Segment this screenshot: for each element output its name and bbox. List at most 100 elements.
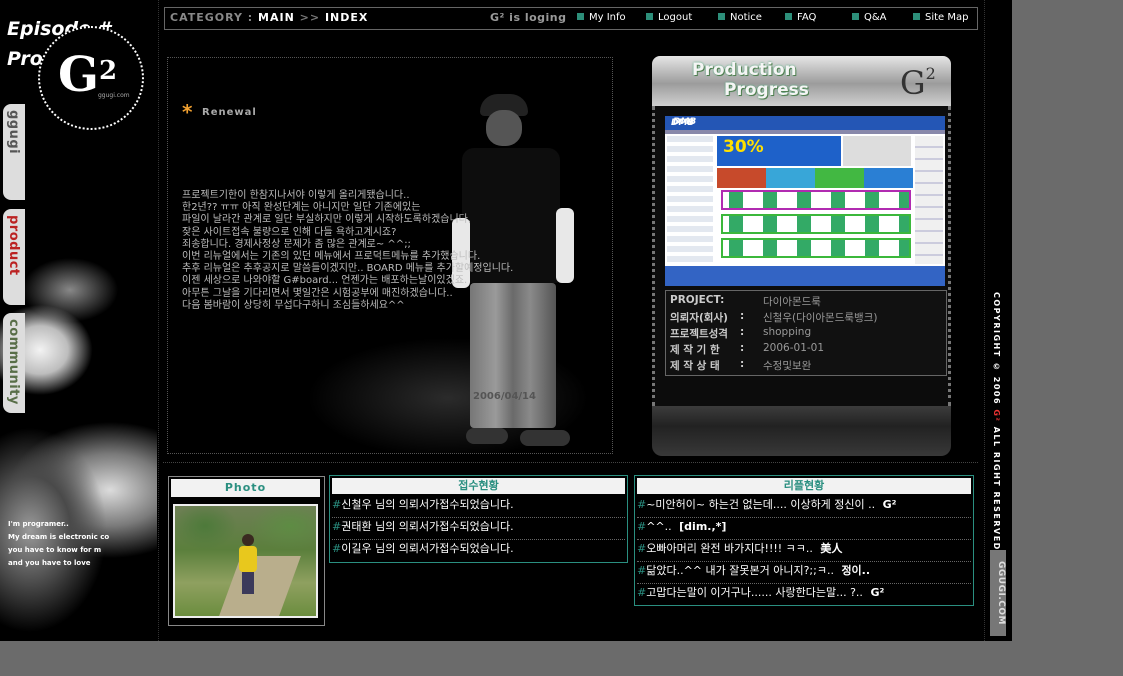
production-progress-panel: Production Progress G2 DMB 30% DMB PROJE… <box>652 56 951 456</box>
renewal-line: 다음 봄바람이 상당히 무섭다구하니 조심들하세요^^ <box>182 299 405 311</box>
renewal-line: 파일이 날라간 관계로 일단 부실하지만 이렇게 시작하도록하겠습니다. <box>182 214 472 226</box>
reply-item[interactable]: #고맙다는말이 이거구나...... 사랑한다는말... ?.. G² <box>637 584 971 605</box>
hash-icon: # <box>637 542 647 555</box>
tab-ggugi-label: ggugi <box>6 110 21 155</box>
renewal-line: 아무튼 그날을 기다리면서 몇일간은 시험공부에 매진하겠습니다.. <box>182 287 453 299</box>
production-title: Production <box>692 60 797 80</box>
request-item[interactable]: #권태환 님의 의뢰서가접수되었습니다. <box>332 518 625 540</box>
shot-promo: 30% <box>723 137 764 157</box>
request-status-title: 접수현황 <box>332 478 625 494</box>
divider <box>984 0 985 641</box>
hash-icon: # <box>637 586 647 599</box>
figure-part <box>486 110 522 146</box>
shot-banner <box>843 136 911 166</box>
renewal-line: 프로젝트기한이 한참지나서야 이렇게 올리게됐습니다.. <box>182 190 410 201</box>
reply-item[interactable]: #^^.. [dim.,*] <box>637 518 971 540</box>
qna-link[interactable]: Q&A <box>852 12 887 23</box>
bullet-icon <box>718 13 725 20</box>
shot-category-row <box>717 168 913 188</box>
photo-thumbnail[interactable] <box>173 504 318 618</box>
breadcrumb-main[interactable]: MAIN <box>258 11 295 24</box>
site-frame: Episode # Prog G2 ggugi.com ggugi produc… <box>0 0 1012 641</box>
copyright-notice: COPYRIGHT © 2006 G² ALL RIGHT RESERVED <box>992 292 1001 551</box>
photo-part <box>219 556 301 616</box>
programmer-statement: I'm programer.. My dream is electronic c… <box>8 518 109 570</box>
logo-subtext: ggugi.com <box>98 92 130 99</box>
progress-title: Progress <box>724 80 809 100</box>
reply-item[interactable]: #~미안허이~ 하는건 없는데.... 이상하게 정신이 .. G² <box>637 496 971 518</box>
shot-right-column <box>915 136 943 264</box>
category-label: CATEGORY : <box>170 11 254 24</box>
reply-status-box: 리플현황 #~미안허이~ 하는건 없는데.... 이상하게 정신이 .. G² … <box>634 475 974 606</box>
project-info: PROJECT: 다이아몬드룩 의뢰자(회사): 신철우(다이아몬드룩뱅크) 프로젝… <box>665 290 947 376</box>
bullet-icon <box>913 13 920 20</box>
production-header: Production Progress G2 <box>652 56 951 106</box>
photo-box: Photo <box>168 476 325 626</box>
tab-product[interactable]: product <box>3 209 25 305</box>
shot-header <box>665 116 945 130</box>
statement-line: My dream is electronic co <box>8 533 110 541</box>
statement-line: I'm programer.. <box>8 520 69 528</box>
shot-menu <box>665 130 945 134</box>
renewal-body: 프로젝트기한이 한참지나서야 이렇게 올리게됐습니다.. 한2년?? ㅠㅠ 아직… <box>182 190 592 312</box>
reply-status-title: 리플현황 <box>637 478 971 494</box>
production-footer <box>652 406 951 456</box>
renewal-line: 한2년?? ㅠㅠ 아직 완성단계는 아니지만 일단 기존에있는 <box>182 202 421 214</box>
notice-link[interactable]: Notice <box>718 12 762 23</box>
shot-product-row <box>721 238 911 258</box>
reply-item[interactable]: #오빠아머리 완전 바가지다!!!! ㅋㅋ.. 美人 <box>637 540 971 562</box>
site-map-link[interactable]: Site Map <box>913 12 968 23</box>
g2-logo-small: G2 <box>900 64 936 102</box>
request-item[interactable]: #신철우 님의 의뢰서가접수되었습니다. <box>332 496 625 518</box>
renewal-line: 이젠 세상으로 나와야할 G#board... 언젠가는 배포하는날이있겠죠. <box>182 275 468 287</box>
top-navigation-bar: CATEGORY : MAIN >> INDEX G² is loging My… <box>164 7 978 30</box>
hash-icon: # <box>637 498 647 511</box>
bullet-icon <box>852 13 859 20</box>
statement-line: you have to know for m <box>8 546 102 554</box>
photo-part <box>242 534 254 546</box>
star-icon: * <box>182 100 193 124</box>
renewal-line: 이번 리뉴얼에서는 기존의 있던 메뉴에서 프로덕트메뉴를 추가했습니다. <box>182 251 481 263</box>
project-screenshot[interactable]: DMB 30% DMB <box>665 116 945 286</box>
divider <box>158 0 159 641</box>
hash-icon: # <box>332 542 342 555</box>
statement-line: and you have to love <box>8 559 91 567</box>
photo-title: Photo <box>171 479 320 497</box>
figure-part <box>520 430 570 446</box>
renewal-line: 죄송합니다. 경제사정상 문제가 좀 많은 관계로~ ^^;; <box>182 238 411 250</box>
photo-part <box>242 572 254 594</box>
hash-icon: # <box>637 564 647 577</box>
tab-community[interactable]: community <box>3 313 25 413</box>
photo-part <box>238 534 258 594</box>
login-status: G² is loging <box>490 11 567 24</box>
shot-product-row <box>721 214 911 234</box>
reply-item[interactable]: #닮았다..^^ 내가 잘못본거 아니지?;;ㅋ.. 정이.. <box>637 562 971 584</box>
tab-community-label: community <box>6 319 21 405</box>
site-name-badge[interactable]: GGUGI.COM <box>990 550 1006 636</box>
figure-part <box>466 428 508 444</box>
breadcrumb: CATEGORY : MAIN >> INDEX <box>170 11 368 24</box>
faq-link[interactable]: FAQ <box>785 12 816 23</box>
photo-part <box>239 546 257 572</box>
my-info-link[interactable]: My Info <box>577 12 626 23</box>
request-item[interactable]: #이길우 님의 의뢰서가접수되었습니다. <box>332 540 625 561</box>
tab-product-label: product <box>6 215 21 276</box>
g2-logo[interactable]: G2 ggugi.com <box>38 26 144 130</box>
shot-product-row <box>721 190 911 210</box>
shot-footer-logo: DMB <box>671 118 695 128</box>
renewal-notice-panel: * Renewal 프로젝트기한이 한참지나서야 이렇게 올리게됐습니다.. 한… <box>167 57 613 454</box>
logout-link[interactable]: Logout <box>646 12 692 23</box>
breadcrumb-separator: >> <box>299 11 321 24</box>
renewal-line: 잦은 사이트접속 불량으로 인해 다들 욕하고계시죠? <box>182 226 397 238</box>
hash-icon: # <box>332 520 342 533</box>
renewal-line: 추후 리뉴얼은 추후공지로 말씀들이겠지만.. BOARD 메뉴를 추가할예정입… <box>182 263 514 275</box>
shot-footer <box>665 266 945 286</box>
hash-icon: # <box>332 498 342 511</box>
shot-sidebar <box>667 136 713 264</box>
bullet-icon <box>577 13 584 20</box>
bullet-icon <box>646 13 653 20</box>
renewal-title: Renewal <box>202 107 257 118</box>
breadcrumb-index[interactable]: INDEX <box>325 11 368 24</box>
tab-ggugi[interactable]: ggugi <box>3 104 25 200</box>
request-status-box: 접수현황 #신철우 님의 의뢰서가접수되었습니다. #권태환 님의 의뢰서가접수… <box>329 475 628 563</box>
